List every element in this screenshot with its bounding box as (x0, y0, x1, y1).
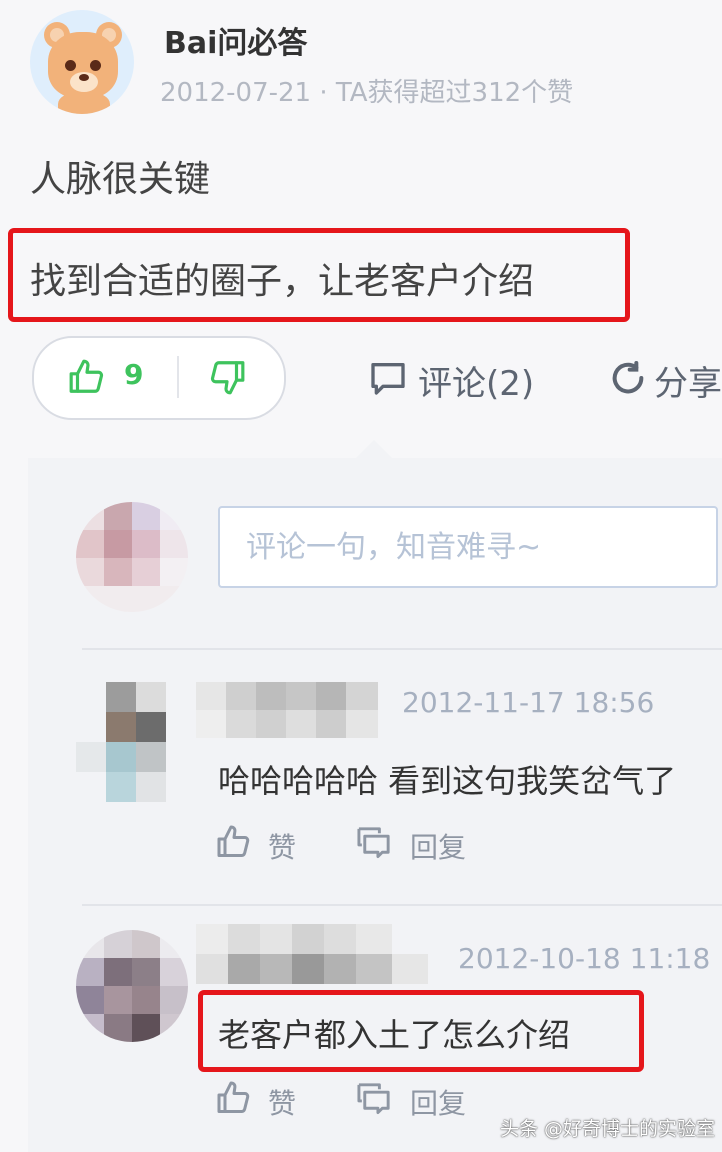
author-name[interactable]: Bai问必答 (164, 18, 307, 62)
like-count: 9 (124, 358, 144, 391)
current-user-avatar (76, 502, 188, 612)
comment-divider (82, 904, 722, 906)
comment-reply-button[interactable]: 回复 (410, 826, 466, 866)
commenter-avatar[interactable] (76, 930, 188, 1042)
commenter-name-blurred[interactable] (196, 924, 428, 984)
comment-reply-button[interactable]: 回复 (410, 1082, 466, 1122)
author-avatar[interactable] (30, 10, 134, 114)
speech-bubble-icon[interactable] (368, 358, 408, 402)
answer-text: 找到合适的圈子，让老客户介绍 (30, 261, 535, 302)
thumbs-up-icon[interactable] (68, 358, 106, 400)
commenter-avatar[interactable] (76, 682, 170, 804)
comment-text: 老客户都入土了怎么介绍 (218, 1016, 571, 1054)
comment-like-button[interactable]: 赞 (268, 1082, 296, 1122)
comment-divider (82, 648, 722, 650)
vote-divider (177, 356, 179, 398)
comment-text: 哈哈哈哈哈 看到这句我笑岔气了 (218, 762, 677, 800)
thumbs-up-icon[interactable] (216, 1080, 252, 1120)
watermark: 头条 @好奇博士的实验室 (500, 1118, 716, 1140)
thumbs-down-icon[interactable] (208, 358, 246, 400)
commenter-name-blurred[interactable] (196, 682, 378, 738)
post-meta: 2012-07-21 · TA获得超过312个赞 (160, 78, 574, 108)
thumbs-up-icon[interactable] (216, 824, 252, 864)
reply-bubble-icon[interactable] (356, 1080, 394, 1120)
comment-timestamp: 2012-10-18 11:18 (458, 942, 711, 975)
share-arrow-icon[interactable] (608, 358, 648, 402)
reply-bubble-icon[interactable] (356, 824, 394, 864)
share-button[interactable]: 分享 (654, 356, 722, 405)
comment-input[interactable] (218, 506, 718, 588)
comment-count-button[interactable]: 评论(2) (418, 356, 534, 405)
question-title: 人脉很关键 (30, 159, 211, 200)
comment-timestamp: 2012-11-17 18:56 (402, 686, 655, 719)
panel-pointer (356, 440, 392, 458)
comment-like-button[interactable]: 赞 (268, 826, 296, 866)
